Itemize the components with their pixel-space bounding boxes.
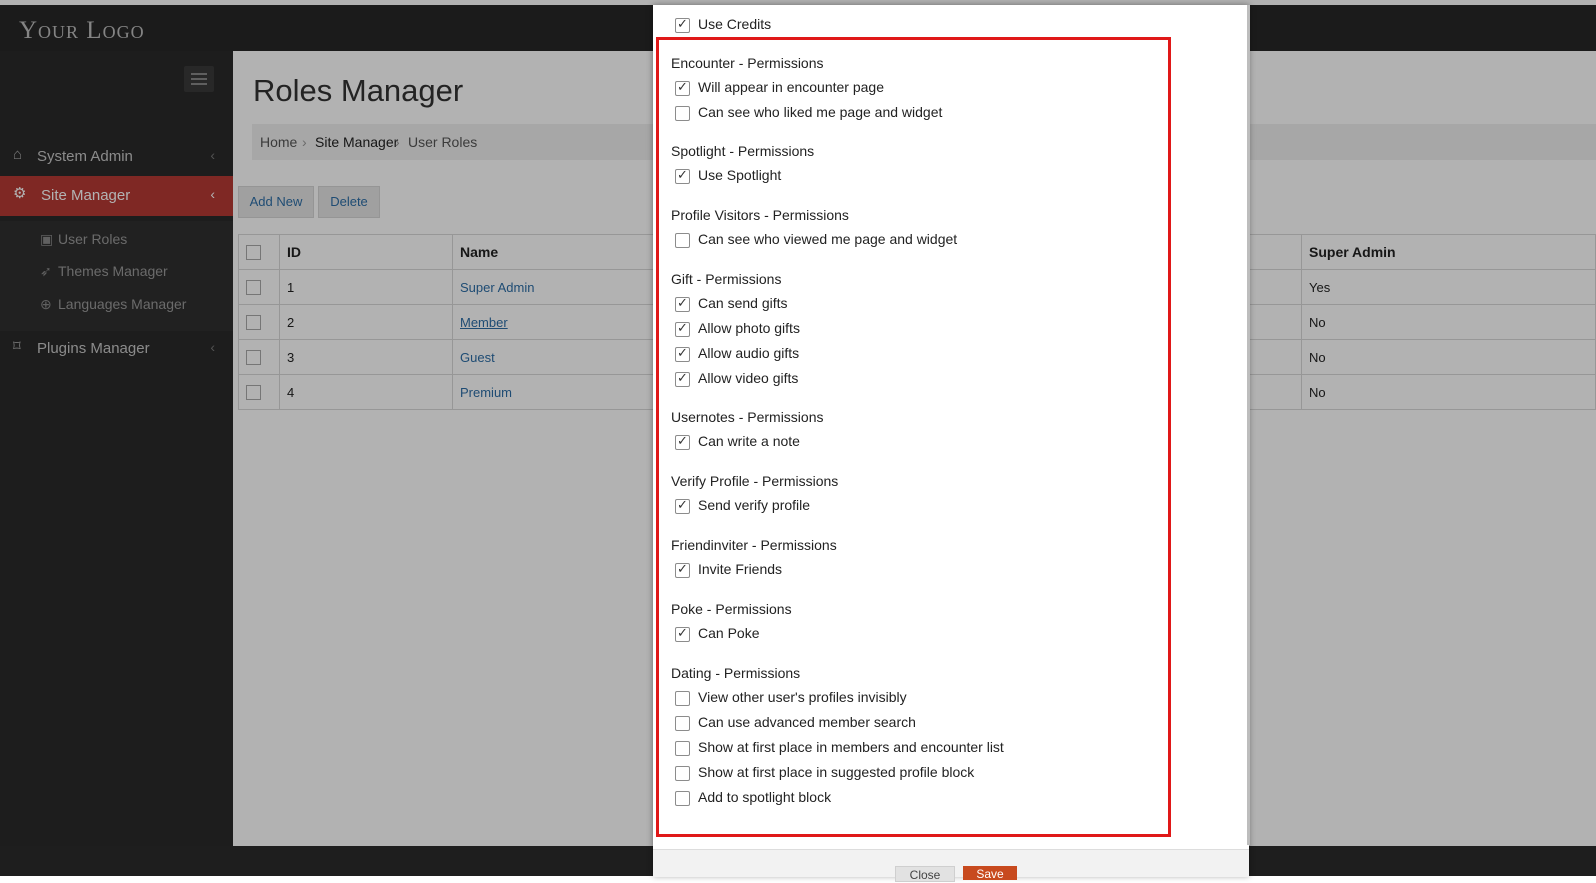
close-button[interactable]: Close [895,866,955,882]
highlight-box [656,37,1171,837]
save-button[interactable]: Save [963,866,1017,881]
checkmark-icon: ✓ [677,16,688,31]
checkbox[interactable]: ✓ [675,16,690,33]
modal-scrollbar[interactable] [1247,5,1250,845]
permission-label: Use Credits [698,16,772,32]
modal-footer: Close Save [653,849,1249,882]
